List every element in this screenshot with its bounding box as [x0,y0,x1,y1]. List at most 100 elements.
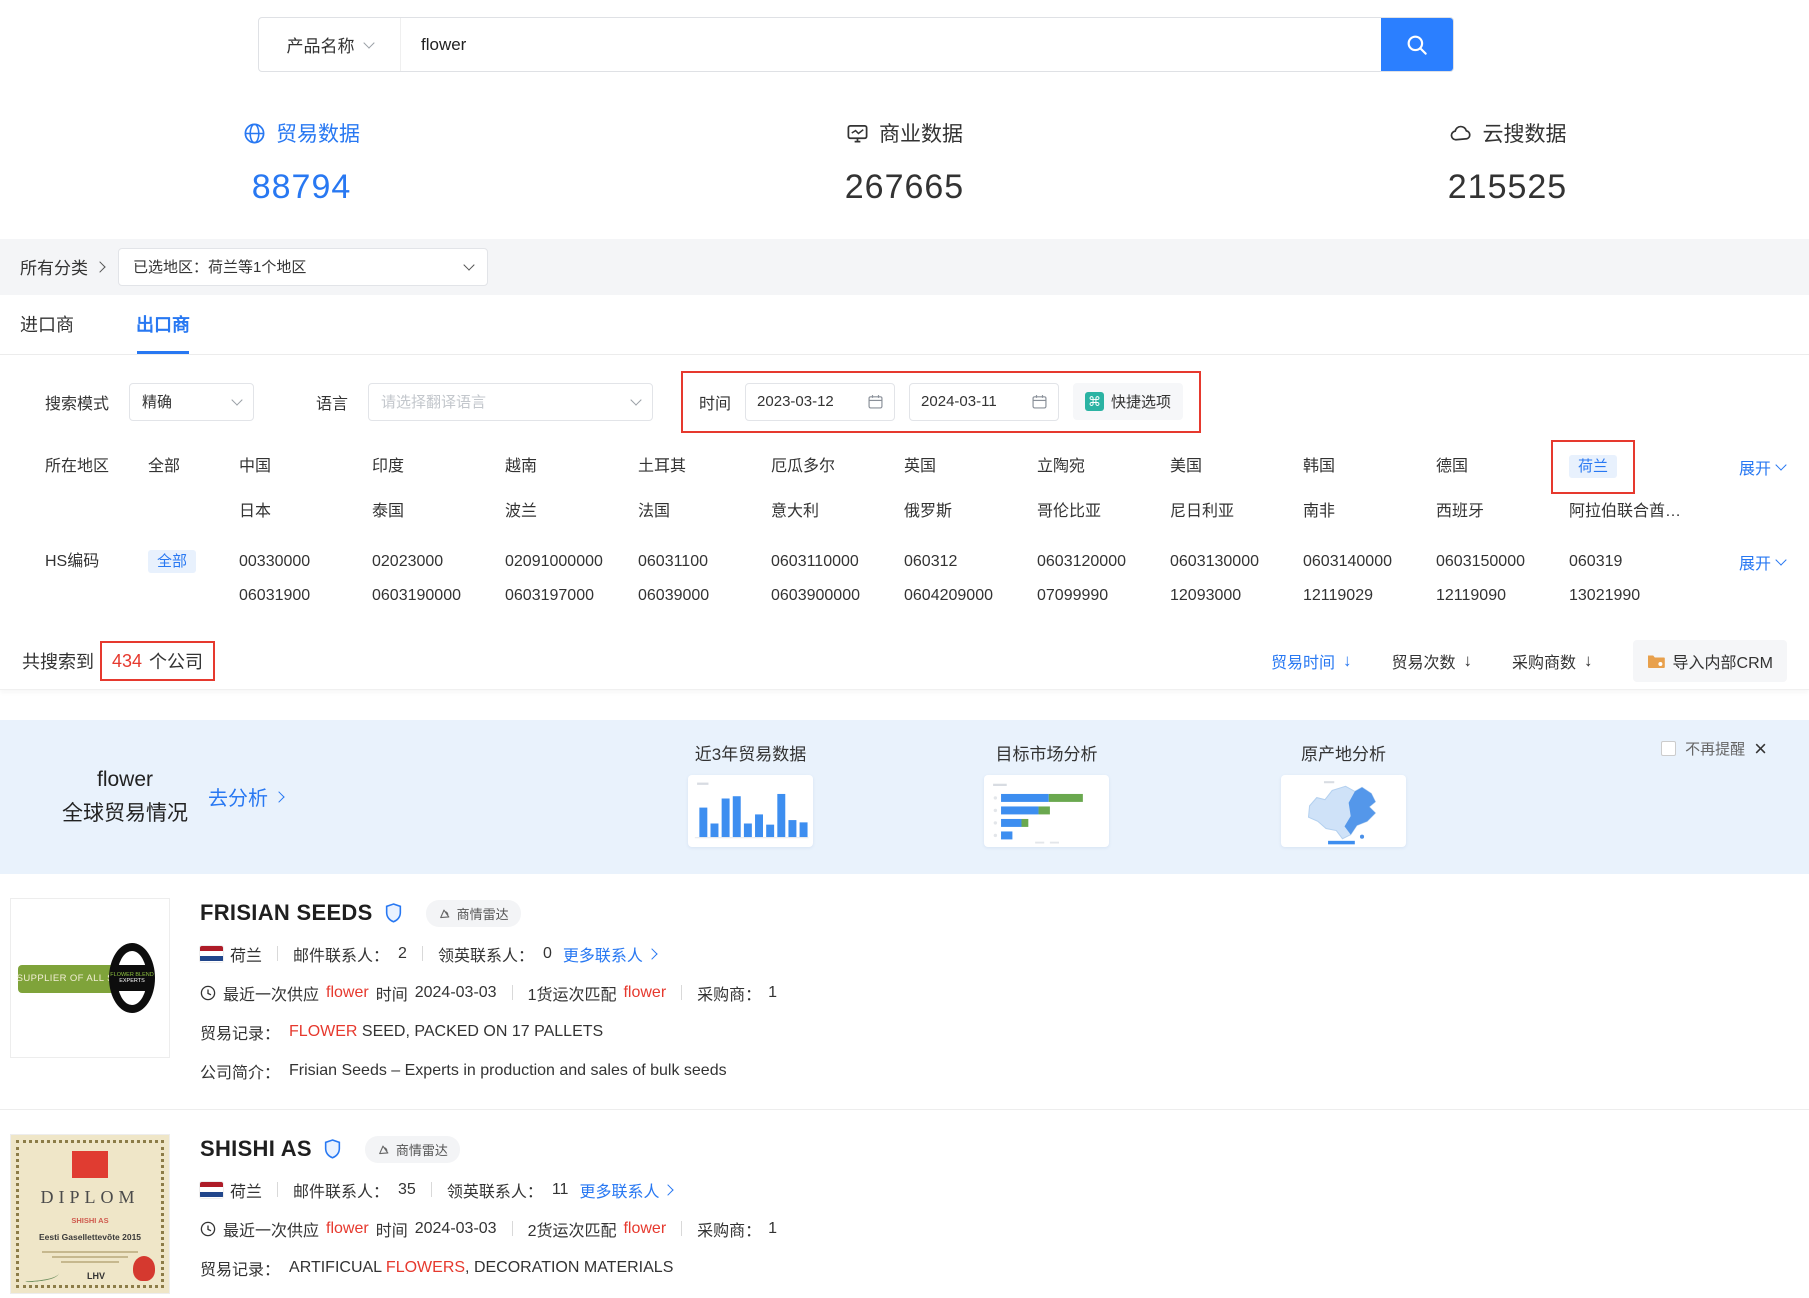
hs-code-option[interactable]: 00330000 [239,546,372,578]
search-category-label: 产品名称 [287,32,355,57]
search-icon [1404,32,1430,58]
stat-business-data[interactable]: 商业数据 267665 [603,118,1206,207]
hs-code-option[interactable]: 060319 [1569,546,1702,578]
hs-code-option[interactable]: 07099990 [1037,580,1170,612]
stat-cloud-search-data[interactable]: 云搜数据 215525 [1206,118,1809,207]
trade-record-label: 贸易记录： [200,1020,280,1044]
search-button[interactable] [1381,18,1453,71]
region-option[interactable]: 韩国 [1303,451,1436,494]
contacts-row: 荷兰 邮件联系人： 35 领英联系人： 11 更多联系人 [200,1178,777,1202]
region-expand-link[interactable]: 展开 [1739,455,1785,479]
company-logo[interactable]: DIPLOM SHISHI AS Eesti Gasellettevõte 20… [10,1134,170,1294]
verified-shield-icon[interactable] [385,903,402,923]
banner-card-trade-data[interactable]: 近3年贸易数据 [688,740,813,847]
region-option[interactable]: 中国 [239,451,372,494]
hs-code-option[interactable]: 0603197000 [505,580,638,612]
more-contacts-link[interactable]: 更多联系人 [579,1178,672,1202]
region-option[interactable]: 阿拉伯联合酋… [1569,496,1702,528]
region-option[interactable]: 法国 [638,496,771,528]
hs-code-option[interactable]: 06031100 [638,546,771,578]
region-option[interactable]: 西班牙 [1436,496,1569,528]
region-option[interactable]: 南非 [1303,496,1436,528]
buyers-label: 采购商： [697,1217,761,1241]
region-option[interactable]: 土耳其 [638,451,771,494]
hs-code-option[interactable]: 12119029 [1303,580,1436,612]
calendar-icon [868,394,883,409]
business-radar-badge[interactable]: 商情雷达 [365,1136,460,1163]
region-option[interactable]: 哥伦比亚 [1037,496,1170,528]
business-radar-badge[interactable]: 商情雷达 [426,900,521,927]
import-to-crm-button[interactable]: 导入内部CRM [1633,640,1787,682]
match-keyword: flower [623,984,666,1002]
date-to-input[interactable]: 2024-03-11 [909,383,1059,421]
company-country: 荷兰 [230,1178,262,1202]
banner-card-origin-analysis[interactable]: 原产地分析 [1281,740,1406,847]
supply-info-row: 最近一次供应 flower 时间 2024-03-03 2货运次匹配 flowe… [200,1217,777,1241]
region-option[interactable]: 意大利 [771,496,904,528]
company-logo[interactable]: SUPPLIER OF ALL SEEDS FLOWER BLEND EXPER… [10,898,170,1058]
breadcrumb[interactable]: 所有分类 [20,254,104,279]
hs-code-expand-link[interactable]: 展开 [1739,550,1785,574]
go-analyze-link[interactable]: 去分析 [208,782,283,811]
hs-code-option[interactable]: 0603130000 [1170,546,1303,578]
sort-trade-count[interactable]: 贸易次数 ↓ [1392,649,1473,673]
hs-code-filter-label: HS编码 [45,546,148,578]
hs-code-option[interactable]: 0603900000 [771,580,904,612]
sort-trade-time[interactable]: 贸易时间 ↓ [1271,649,1352,673]
linkedin-contacts-label: 领英联系人： [447,1178,543,1202]
region-option[interactable]: 尼日利亚 [1170,496,1303,528]
language-select[interactable]: 请选择翻译语言 [368,383,653,421]
filters-section: 搜索模式 精确 语言 请选择翻译语言 时间 2023-03-12 2024-0 [0,355,1809,612]
hs-code-option[interactable]: 060312 [904,546,1037,578]
region-option[interactable]: 德国 [1436,451,1569,494]
tab-exporter[interactable]: 出口商 [136,295,190,354]
region-option[interactable]: 越南 [505,451,638,494]
hs-code-option[interactable]: 12093000 [1170,580,1303,612]
region-option-selected[interactable]: 荷兰 [1569,451,1702,494]
hs-code-option[interactable]: 0603150000 [1436,546,1569,578]
selected-region-dropdown[interactable]: 已选地区：荷兰等1个地区 [118,248,488,286]
linkedin-contacts-count: 0 [543,945,552,963]
hs-code-option[interactable]: 0604209000 [904,580,1037,612]
hs-code-option[interactable]: 13021990 [1569,580,1702,612]
hs-code-option[interactable]: 02023000 [372,546,505,578]
search-input[interactable] [401,18,1381,71]
hs-code-option[interactable]: 0603190000 [372,580,505,612]
search-category-dropdown[interactable]: 产品名称 [259,18,401,71]
close-icon[interactable]: × [1754,738,1767,760]
hs-code-option[interactable]: 0603140000 [1303,546,1436,578]
company-name[interactable]: SHISHI AS [200,1136,312,1162]
region-option[interactable]: 美国 [1170,451,1303,494]
verified-shield-icon[interactable] [324,1139,341,1159]
region-option[interactable]: 日本 [239,496,372,528]
region-option[interactable]: 英国 [904,451,1037,494]
tab-importer[interactable]: 进口商 [20,295,74,354]
sort-buyer-count[interactable]: 采购商数 ↓ [1512,649,1593,673]
date-from-input[interactable]: 2023-03-12 [745,383,895,421]
dont-remind-checkbox[interactable] [1661,741,1676,756]
hs-code-option[interactable]: 06039000 [638,580,771,612]
banner-card-target-market[interactable]: 目标市场分析 [984,740,1109,847]
more-contacts-link[interactable]: 更多联系人 [563,942,656,966]
hs-code-option[interactable]: 02091000000 [505,546,638,578]
region-option[interactable]: 立陶宛 [1037,451,1170,494]
hs-code-option[interactable]: 0603120000 [1037,546,1170,578]
hs-code-option[interactable]: 06031900 [239,580,372,612]
company-name[interactable]: FRISIAN SEEDS [200,900,373,926]
importer-exporter-tabs: 进口商 出口商 [0,295,1809,355]
region-option[interactable]: 泰国 [372,496,505,528]
region-option[interactable]: 印度 [372,451,505,494]
hs-code-option[interactable]: 0603110000 [771,546,904,578]
divider [681,985,682,1000]
hs-option-all-selected[interactable]: 全部 [148,546,239,578]
region-option-all[interactable]: 全部 [148,451,239,483]
region-option[interactable]: 俄罗斯 [904,496,1037,528]
stat-trade-data[interactable]: 贸易数据 88794 [0,118,603,207]
selected-region-value: 已选地区：荷兰等1个地区 [133,256,306,277]
cloud-icon [1449,122,1473,145]
hs-code-option[interactable]: 12119090 [1436,580,1569,612]
region-option[interactable]: 波兰 [505,496,638,528]
region-option[interactable]: 厄瓜多尔 [771,451,904,494]
search-mode-select[interactable]: 精确 [129,383,254,421]
quick-options-button[interactable]: ⌘ 快捷选项 [1073,383,1183,420]
